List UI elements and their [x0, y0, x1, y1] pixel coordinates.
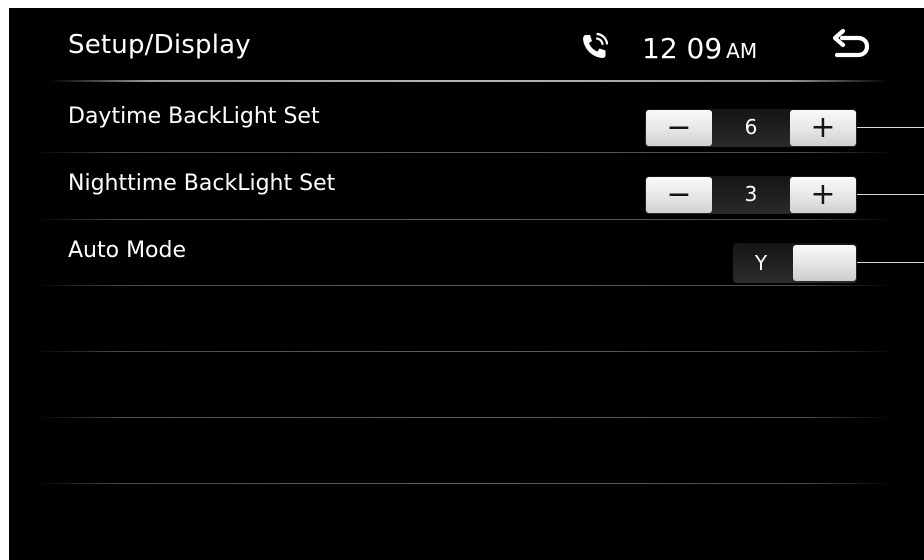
- nighttime-backlight-stepper: − 3 +: [645, 176, 857, 214]
- leader-line: [857, 127, 924, 128]
- header-divider: [49, 80, 889, 82]
- auto-mode-toggle[interactable]: Y: [733, 243, 857, 283]
- header-bar: Setup/Display 12 09 AM: [9, 8, 924, 82]
- increase-button[interactable]: +: [790, 177, 856, 213]
- row-divider: [34, 285, 894, 286]
- setting-label: Nighttime BackLight Set: [68, 171, 336, 196]
- toggle-knob[interactable]: [793, 245, 856, 281]
- setting-label: Daytime BackLight Set: [68, 104, 320, 129]
- setting-row-daytime-backlight: Daytime BackLight Set − 6 +: [9, 86, 924, 152]
- increase-button[interactable]: +: [790, 110, 856, 146]
- stepper-value: 3: [744, 182, 758, 206]
- setting-row-nighttime-backlight: Nighttime BackLight Set − 3 +: [9, 153, 924, 219]
- clock-time: 12 09: [642, 32, 723, 65]
- stepper-value: 6: [744, 115, 758, 139]
- clock: 12 09 AM: [642, 32, 757, 65]
- daytime-backlight-stepper: − 6 +: [645, 109, 857, 147]
- leader-line: [857, 194, 924, 195]
- leader-line: [857, 262, 924, 263]
- decrease-button[interactable]: −: [646, 110, 712, 146]
- setting-row-auto-mode: Auto Mode Y: [9, 220, 924, 286]
- decrease-button[interactable]: −: [646, 177, 712, 213]
- back-arrow-icon[interactable]: [827, 29, 871, 63]
- page-title: Setup/Display: [68, 30, 251, 60]
- clock-ampm: AM: [726, 39, 758, 63]
- toggle-value: Y: [754, 251, 768, 275]
- phone-icon: [583, 32, 609, 58]
- row-divider: [34, 351, 894, 352]
- row-divider: [34, 483, 894, 484]
- row-divider: [34, 417, 894, 418]
- display-settings-screen: Setup/Display 12 09 AM Daytime BackLight …: [9, 8, 924, 560]
- setting-label: Auto Mode: [68, 238, 187, 263]
